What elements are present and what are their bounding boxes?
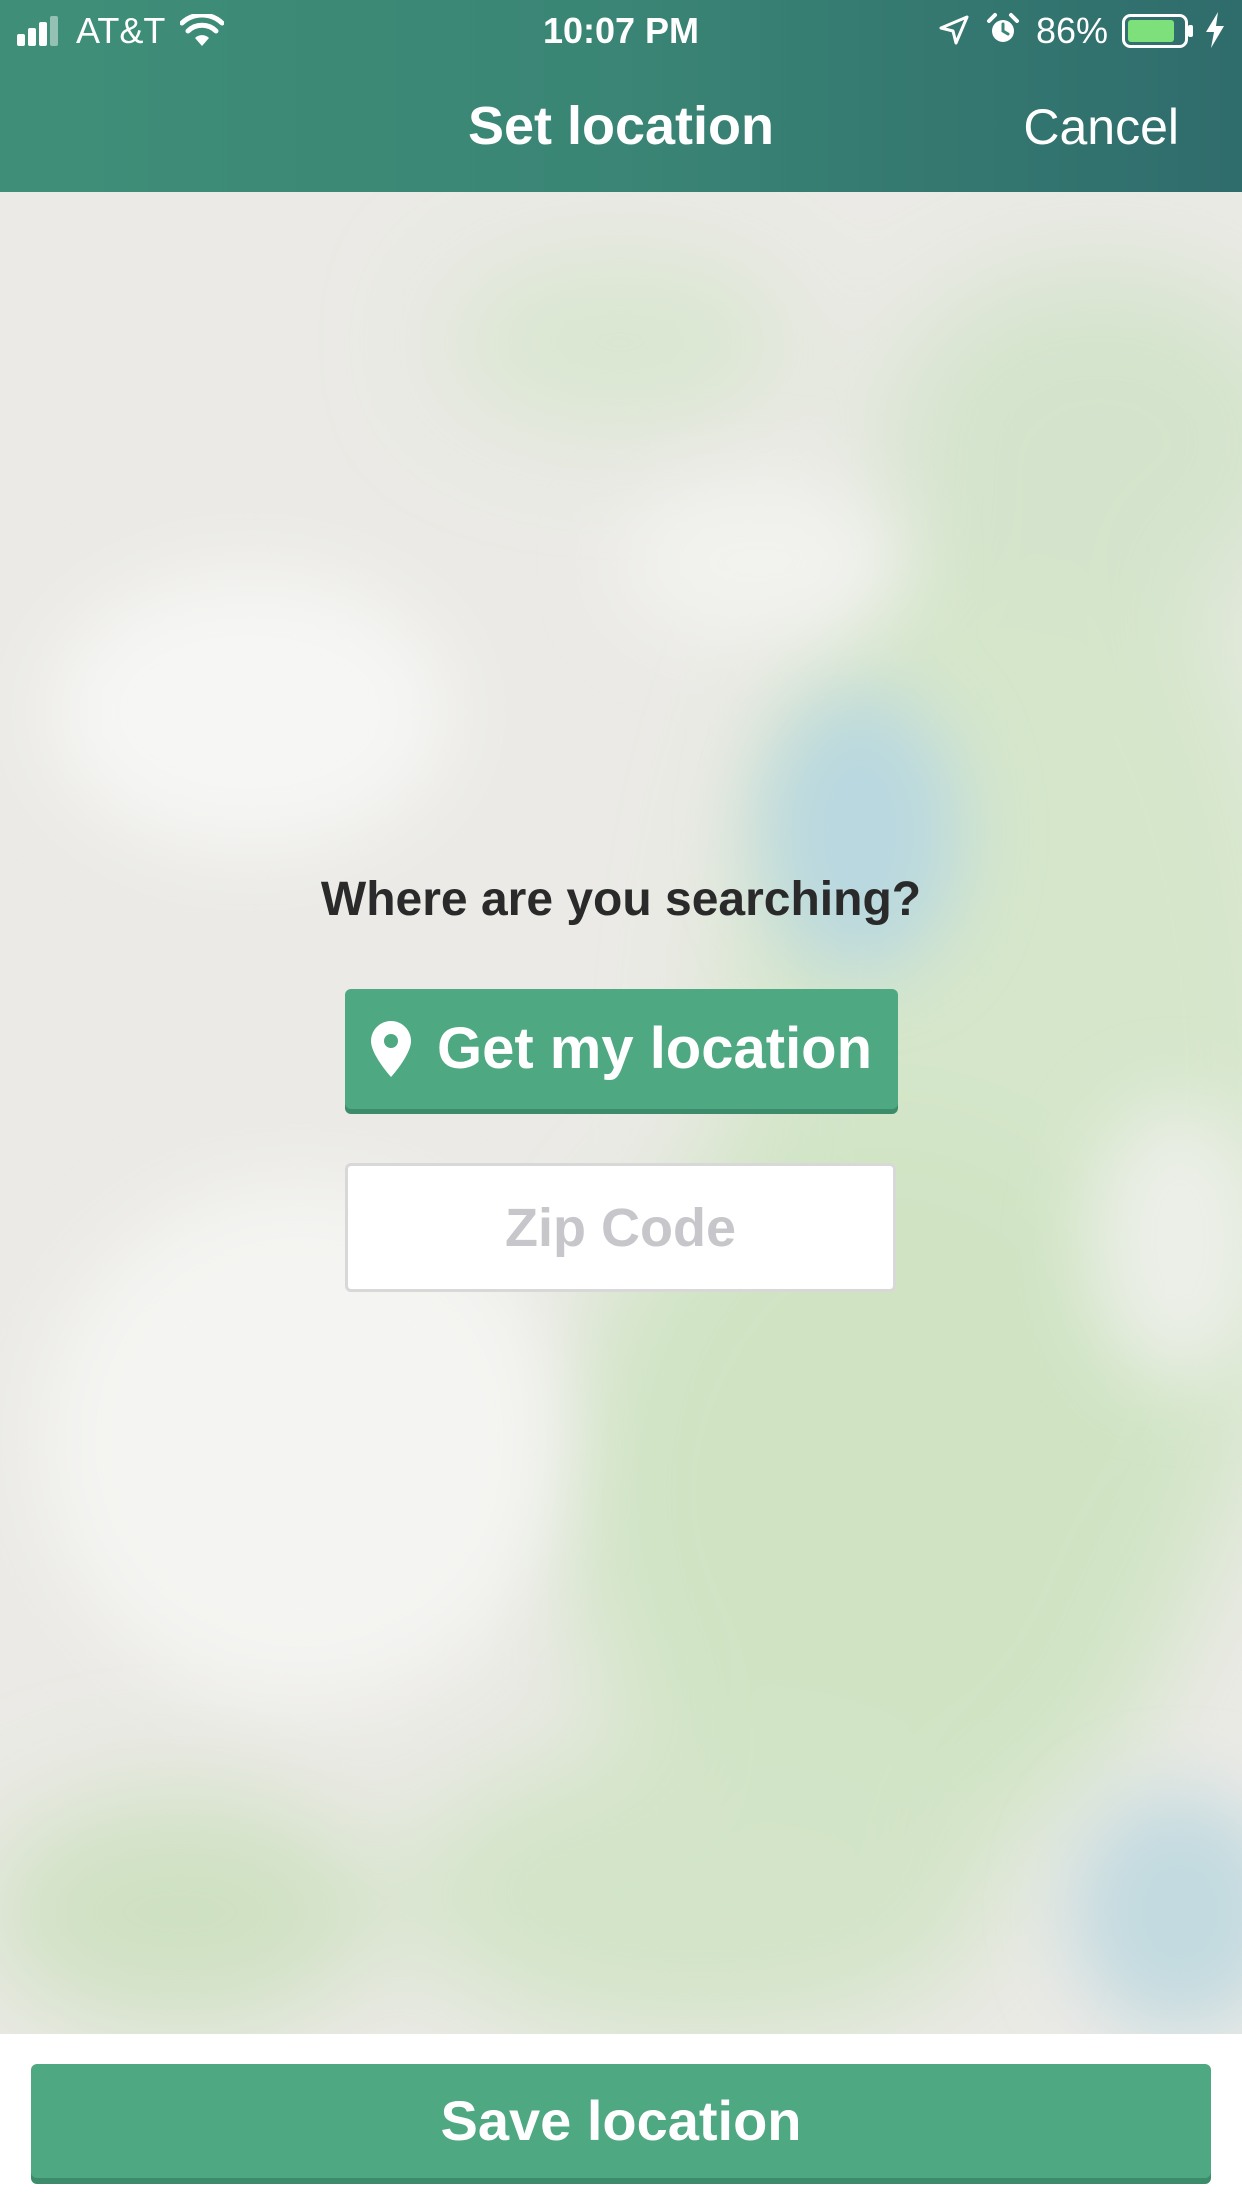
location-pin-icon — [370, 1021, 411, 1077]
search-prompt: Where are you searching? — [320, 873, 922, 926]
charging-bolt-icon — [1206, 12, 1224, 48]
save-location-label: Save location — [440, 2089, 802, 2152]
map-background — [0, 192, 1242, 2034]
battery-icon — [1122, 14, 1193, 48]
get-my-location-button[interactable]: Get my location — [345, 989, 898, 1109]
battery-percent: 86% — [1036, 10, 1109, 51]
header: AT&T 10:07 PM 86% Set location Cancel — [0, 0, 1242, 192]
status-bar: AT&T 10:07 PM 86% — [0, 0, 1242, 62]
alarm-icon — [987, 13, 1019, 42]
get-my-location-label: Get my location — [436, 1016, 873, 1081]
blurred-map — [0, 192, 1242, 2034]
save-location-button[interactable]: Save location — [31, 2064, 1211, 2178]
zip-code-input[interactable] — [345, 1163, 896, 1292]
cancel-button[interactable]: Cancel — [1023, 98, 1179, 156]
location-arrow-icon — [939, 15, 969, 45]
screen: AT&T 10:07 PM 86% Set location Cancel Wh… — [0, 0, 1242, 2208]
